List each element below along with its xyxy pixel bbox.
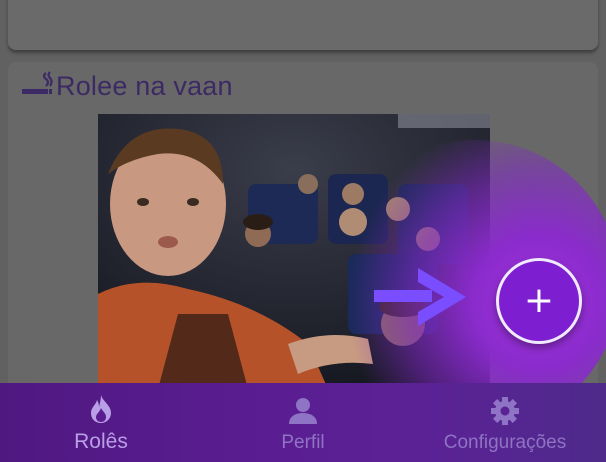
bottom-navigation: Rolês Perfil Configurações [0, 383, 606, 462]
nav-label-profile: Perfil [281, 432, 325, 453]
nav-item-profile[interactable]: Perfil [202, 383, 404, 462]
person-icon [288, 394, 318, 428]
add-role-button[interactable]: + [496, 258, 582, 344]
post-photo[interactable] [98, 114, 490, 389]
nav-label-settings: Configurações [443, 432, 567, 453]
previous-post-card [8, 0, 598, 50]
nav-item-settings[interactable]: Configurações [404, 383, 606, 462]
gear-icon [490, 394, 520, 428]
post-header: Rolee na vaan [20, 68, 233, 104]
nav-item-roles[interactable]: Rolês [0, 383, 202, 462]
smoking-icon [20, 69, 54, 104]
post-title: Rolee na vaan [56, 70, 233, 101]
arrow-right-icon [374, 268, 466, 326]
post-card[interactable]: Rolee na vaan [8, 62, 598, 402]
nav-label-roles: Rolês [74, 430, 128, 453]
flame-icon [87, 392, 115, 426]
plus-icon: + [523, 280, 555, 321]
